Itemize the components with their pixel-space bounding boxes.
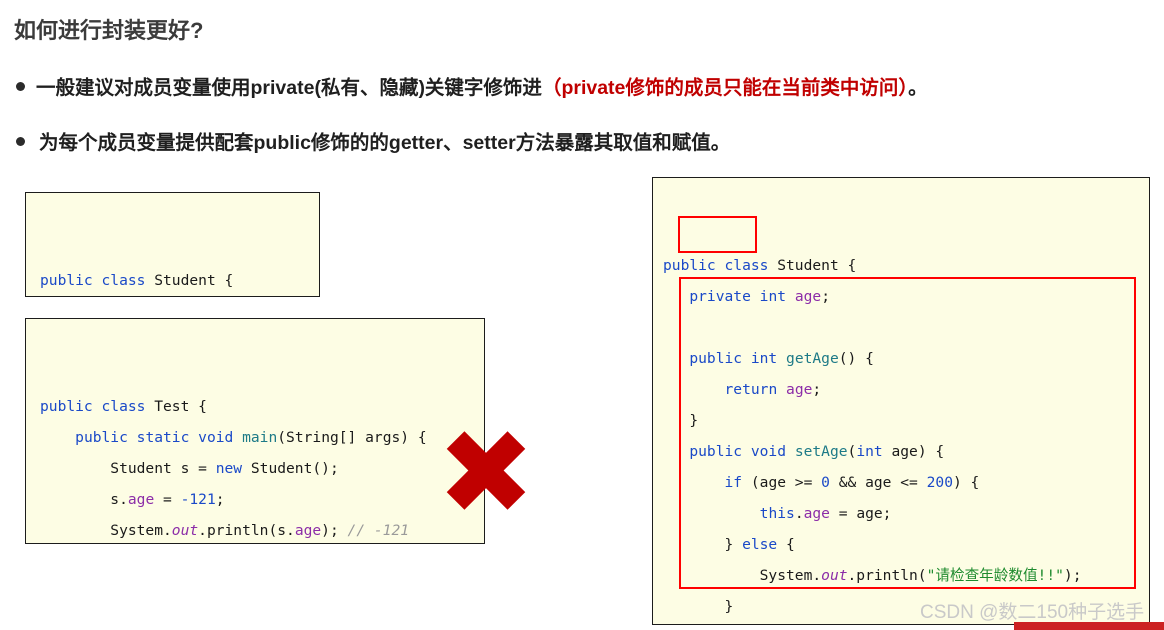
token-keyword: public class (40, 272, 146, 289)
token-method: setAge (794, 443, 848, 460)
token-plain: ); (321, 522, 348, 539)
bullet-item-1: 一般建议对成员变量使用private(私有、隐藏)关键字修饰进（private修… (16, 71, 928, 100)
token-plain: Student { (145, 272, 234, 289)
token-plain: System. (40, 522, 172, 539)
token-plain: ); (1063, 567, 1082, 584)
token-keyword: int (856, 443, 883, 460)
code-block-test: public class Test { public static void m… (25, 318, 485, 544)
token-keyword: int (759, 288, 787, 305)
token-plain: System. (663, 567, 822, 584)
token-number: 200 (926, 474, 953, 491)
token-keyword: public class (40, 398, 146, 415)
token-field: age (294, 522, 322, 539)
token-keyword: this (759, 505, 795, 522)
bottom-red-strip (1014, 622, 1164, 630)
watermark-text: CSDN @数二150种子选手 (920, 602, 1145, 623)
token-keyword: public class (663, 257, 769, 274)
token-plain: && age <= (829, 474, 927, 491)
bullet-2-segment-plain-before: 为每个成员变量提供配套public修饰的的getter、setter方法暴露其取… (39, 132, 731, 154)
token-comment: // -121 (347, 522, 410, 539)
token-string: "请检查年龄数值!!" (926, 567, 1064, 584)
token-plain: ) { (952, 474, 980, 491)
token-field: age (127, 491, 155, 508)
token-method: getAge (786, 350, 839, 367)
bullet-1-segment-plain-before: 一般建议对成员变量使用private(私有、隐藏)关键字修饰进 (36, 77, 542, 99)
token-field: age (794, 288, 822, 305)
token-keyword: else (742, 536, 778, 553)
token-plain: (String[] args) { (277, 429, 427, 446)
code-block-test-body: public class Test { public static void m… (26, 381, 484, 543)
token-plain: Test { (145, 398, 207, 415)
token-plain: age) { (882, 443, 945, 460)
token-keyword: public static void (75, 429, 234, 446)
token-field: age (803, 505, 830, 522)
token-method: main (242, 429, 278, 446)
token-plain: ; (215, 491, 225, 508)
bullet-item-2-text: 为每个成员变量提供配套public修饰的的getter、setter方法暴露其取… (39, 126, 730, 155)
token-plain: } (663, 598, 734, 615)
token-number: 0 (821, 474, 830, 491)
code-block-student-encapsulated: public class Student { private int age; … (652, 177, 1150, 625)
code-block-student-plain: public class Student { int age; } (25, 192, 320, 297)
token-field-static: out (171, 522, 199, 539)
token-keyword: new (215, 460, 243, 477)
token-plain: .println( (847, 567, 927, 584)
token-plain: () { (838, 350, 874, 367)
wrong-cross-icon (440, 424, 532, 516)
token-plain: = age; (829, 505, 892, 522)
token-field: age (786, 381, 813, 398)
token-plain: Student { (768, 257, 857, 274)
token-plain: (age >= (742, 474, 822, 491)
bullet-item-2: 为每个成员变量提供配套public修饰的的getter、setter方法暴露其取… (16, 126, 730, 155)
token-plain: Student s = (40, 460, 216, 477)
slide-canvas: 如何进行封装更好? 一般建议对成员变量使用private(私有、隐藏)关键字修饰… (0, 0, 1164, 630)
token-plain: } (663, 536, 743, 553)
bullet-1-segment-plain-after: 。 (908, 77, 928, 99)
token-plain: s. (40, 491, 128, 508)
page-title: 如何进行封装更好? (14, 18, 204, 43)
code-block-student-plain-body: public class Student { int age; } (26, 255, 319, 296)
token-keyword: if (724, 474, 743, 491)
bullet-1-segment-emphasis: （private修饰的成员只能在当前类中访问） (541, 77, 909, 99)
token-keyword: private (689, 288, 751, 305)
token-plain: = (154, 491, 181, 508)
token-plain: Student(); (242, 460, 339, 477)
token-keyword: public void (689, 443, 787, 460)
token-number: -121 (180, 491, 216, 508)
bullet-dot-icon (16, 82, 25, 91)
bullet-item-1-text: 一般建议对成员变量使用private(私有、隐藏)关键字修饰进（private修… (36, 71, 928, 100)
code-block-student-encapsulated-body: public class Student { private int age; … (653, 240, 1149, 624)
token-plain: ( (847, 443, 857, 460)
token-plain: .println(s. (198, 522, 295, 539)
token-field-static: out (821, 567, 848, 584)
token-plain: } (663, 412, 699, 429)
token-keyword: public int (689, 350, 778, 367)
token-plain: { (777, 536, 795, 553)
token-plain: ; (821, 288, 830, 305)
token-plain: . (794, 505, 804, 522)
token-plain: ; (812, 381, 822, 398)
token-keyword: return (724, 381, 778, 398)
bullet-dot-icon (16, 137, 25, 146)
